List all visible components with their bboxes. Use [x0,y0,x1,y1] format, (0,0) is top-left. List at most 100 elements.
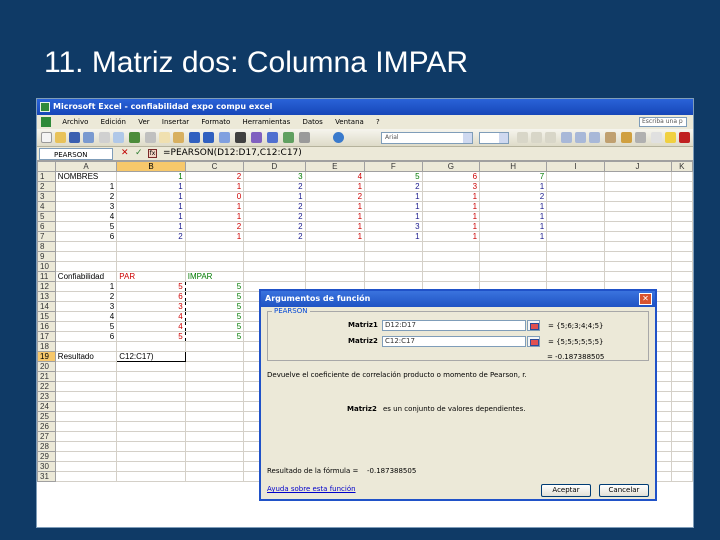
sort-icon[interactable] [251,132,262,143]
cell[interactable] [304,271,366,282]
cell[interactable] [670,291,693,302]
cell[interactable] [116,341,186,352]
cell[interactable]: 1 [304,181,366,192]
cell[interactable] [670,191,693,202]
chart-wizard-icon[interactable] [267,132,278,143]
row-header[interactable]: 30 [37,461,56,472]
column-header[interactable]: C [184,161,245,172]
cell[interactable]: 3 [421,181,481,192]
cell[interactable]: 2 [184,171,245,182]
cell[interactable] [116,461,186,472]
cell[interactable] [116,431,186,442]
cell[interactable] [184,431,245,442]
cell[interactable]: 2 [243,231,306,242]
cell[interactable]: 1 [243,191,306,202]
cell[interactable]: 2 [243,221,306,232]
cell[interactable]: 1 [421,231,481,242]
cell[interactable] [116,441,186,452]
menu-edicion[interactable]: Edición [96,115,131,129]
cell[interactable] [116,371,186,382]
hyperlink-icon[interactable] [219,132,230,143]
cell[interactable]: 3 [116,301,186,312]
cell[interactable]: 1 [184,181,245,192]
select-all-corner[interactable] [37,161,56,172]
cell[interactable]: 1 [479,181,548,192]
cell[interactable] [670,231,693,242]
cell[interactable] [670,261,693,272]
cell[interactable] [670,411,693,422]
matriz2-collapse-icon[interactable] [527,336,540,347]
cell[interactable] [546,251,605,262]
row-header[interactable]: 2 [37,181,56,192]
cell[interactable] [670,181,693,192]
cell[interactable] [54,371,118,382]
row-header[interactable]: 12 [37,281,56,292]
cell[interactable]: 1 [421,191,481,202]
row-header[interactable]: 1 [37,171,56,182]
cell[interactable] [421,271,481,282]
cell[interactable] [546,231,605,242]
cell[interactable] [243,261,306,272]
matriz2-input[interactable]: C12:C17 [382,336,526,347]
row-header[interactable]: 9 [37,251,56,262]
cell[interactable] [364,241,423,252]
cell[interactable] [421,251,481,262]
cell[interactable] [184,401,245,412]
cell[interactable] [116,421,186,432]
cell[interactable] [184,451,245,462]
cell[interactable]: 5 [184,301,245,312]
cell[interactable] [184,441,245,452]
row-header[interactable]: 14 [37,301,56,312]
cell[interactable]: 2 [54,291,118,302]
cell[interactable] [603,171,672,182]
merge-center-icon[interactable] [605,132,616,143]
cell[interactable] [184,351,245,362]
cell[interactable] [116,401,186,412]
cell[interactable]: 5 [184,311,245,322]
row-header[interactable]: 8 [37,241,56,252]
cell[interactable] [116,251,186,262]
font-size-select[interactable] [479,132,509,144]
column-header[interactable]: B [116,161,186,172]
enter-icon[interactable]: ✓ [135,147,143,159]
bold-icon[interactable] [517,132,528,143]
cell[interactable]: 5 [184,281,245,292]
cell[interactable] [670,321,693,332]
cell[interactable] [304,241,366,252]
cell[interactable] [184,461,245,472]
cell[interactable] [670,311,693,322]
cell[interactable]: NOMBRES [54,171,118,182]
cell[interactable]: 1 [421,221,481,232]
cell[interactable] [304,261,366,272]
cell[interactable] [184,391,245,402]
cell[interactable] [603,211,672,222]
zoom-icon[interactable] [299,132,310,143]
cell[interactable]: 1 [364,191,423,202]
spelling-icon[interactable] [129,132,140,143]
menu-ayuda[interactable]: ? [371,115,385,129]
cell[interactable]: 5 [116,281,186,292]
cell[interactable]: 6 [421,171,481,182]
cell[interactable] [54,361,118,372]
row-header[interactable]: 15 [37,311,56,322]
cell[interactable] [670,271,693,282]
row-header[interactable]: 6 [37,221,56,232]
row-header[interactable]: 4 [37,201,56,212]
cell[interactable]: 5 [116,331,186,342]
cell[interactable] [670,371,693,382]
column-header[interactable]: I [546,161,605,172]
cell[interactable]: 1 [184,231,245,242]
column-header[interactable]: E [304,161,366,172]
cell[interactable] [54,441,118,452]
dialog-title[interactable]: Argumentos de función [261,291,655,307]
cell[interactable]: 7 [479,171,548,182]
cell[interactable]: 1 [479,211,548,222]
cell[interactable] [184,381,245,392]
cell[interactable]: 4 [54,311,118,322]
name-box[interactable]: PEARSON [39,148,113,160]
matriz1-collapse-icon[interactable] [527,320,540,331]
column-header[interactable]: G [421,161,481,172]
row-header[interactable]: 18 [37,341,56,352]
cell[interactable]: 4 [116,321,186,332]
column-header[interactable]: F [364,161,423,172]
